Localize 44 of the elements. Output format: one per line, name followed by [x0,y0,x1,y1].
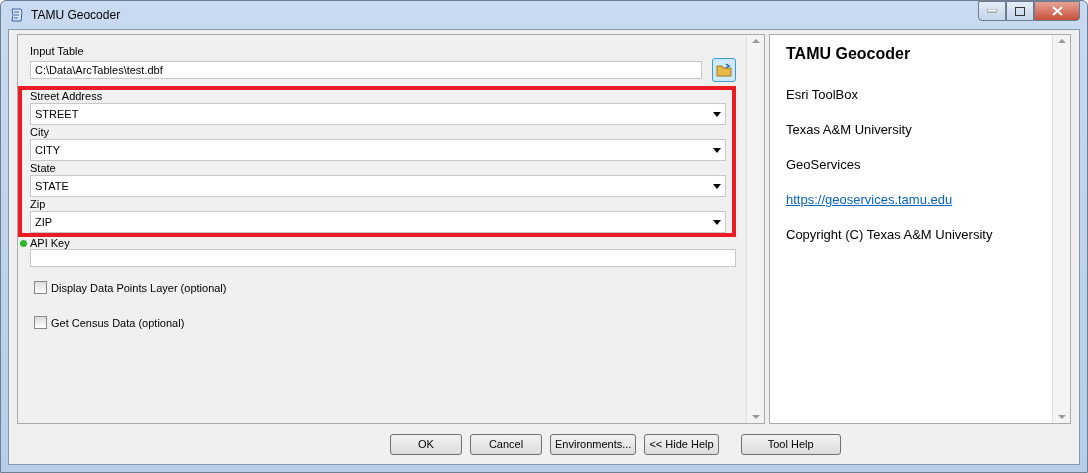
maximize-button[interactable] [1006,1,1034,21]
caret-icon [713,183,721,189]
input-field[interactable]: C:\Data\ArcTables\test.dbf [30,61,702,79]
dropdown[interactable]: STATE [30,175,726,197]
checkbox[interactable] [34,316,47,329]
help-text: GeoServices [786,157,862,172]
close-icon [1051,6,1063,16]
help-text: Copyright (C) Texas A&M University [786,227,994,242]
dropdown[interactable]: ZIP [30,211,726,233]
caret-icon [713,111,721,117]
dialog-button[interactable]: << Hide Help [644,433,719,455]
window-title: TAMU Geocoder [31,8,121,22]
dropdown[interactable]: CITY [30,139,726,161]
minimize-button[interactable] [978,1,1006,21]
input-field[interactable] [30,249,736,267]
help-title: TAMU Geocoder [786,45,912,63]
close-button[interactable] [1034,1,1080,21]
field-label: Input Table [30,45,85,57]
checkbox[interactable] [34,281,47,294]
scrollbar[interactable] [1052,35,1070,423]
app-icon [9,7,25,23]
dialog-button[interactable]: OK [390,433,462,455]
caret-icon [713,219,721,225]
minimize-icon [987,9,997,13]
caret-icon [713,147,721,153]
field-label: City [30,126,50,138]
dialog-button[interactable]: Tool Help [740,433,841,455]
scrollbar[interactable] [746,35,764,423]
dialog-button[interactable]: Environments... [550,433,637,455]
field-label: API Key [30,237,70,249]
checkbox-label: Display Data Points Layer (optional) [51,281,227,294]
help-text: Esri ToolBox [786,87,859,102]
help-text: Texas A&M University [786,122,913,137]
help-link[interactable]: https://geoservices.tamu.edu [786,192,953,207]
status-dot [20,239,27,247]
dropdown[interactable]: STREET [30,103,726,125]
maximize-icon [1015,6,1025,16]
field-label: Street Address [30,90,104,102]
field-label: State [30,162,57,174]
folder-icon [716,63,732,77]
checkbox-label: Get Census Data (optional) [51,316,185,329]
browse-button[interactable] [712,58,736,82]
dialog-button[interactable]: Cancel [470,433,542,455]
field-label: Zip [30,198,47,210]
